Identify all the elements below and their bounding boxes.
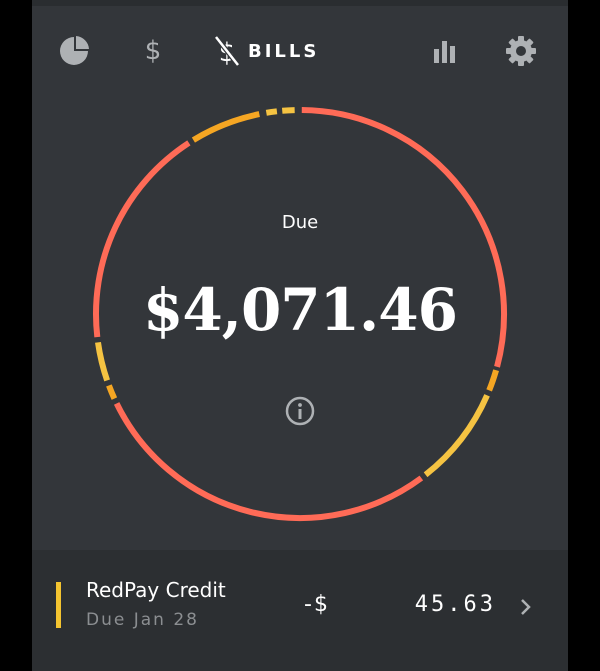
bill-due-date: Due Jan 28 — [86, 610, 199, 630]
nav-bills-label: BILLS — [248, 40, 320, 62]
ring-segment-yellow-left — [95, 341, 110, 382]
nav-stats[interactable] — [428, 34, 462, 68]
dollar-icon: $ — [144, 36, 162, 66]
ring-segment-yellow-top-1 — [265, 108, 278, 116]
bill-amount: 45.63 — [414, 592, 496, 617]
bill-row-redpay-credit[interactable]: RedPay Credit Due Jan 28 -$ 45.63 — [32, 568, 568, 638]
chevron-right-icon[interactable] — [516, 594, 536, 620]
bill-list: RedPay Credit Due Jan 28 -$ 45.63 — [32, 550, 568, 671]
due-amount: $4,071.46 — [143, 276, 458, 344]
bar-chart-icon — [434, 41, 455, 63]
dollar-crossed-icon: $ — [214, 35, 240, 68]
due-summary: Due $4,071.46 — [32, 90, 568, 530]
bills-screen: $ $ BILLS — [32, 0, 568, 671]
ring-segment-yellow-top-2 — [281, 107, 295, 114]
nav-overview[interactable] — [58, 34, 92, 68]
bill-name: RedPay Credit — [86, 578, 226, 602]
status-bar — [32, 0, 568, 6]
ring-segment-yellow-right — [423, 394, 490, 478]
bill-currency-sign: -$ — [304, 592, 330, 617]
info-icon[interactable] — [285, 396, 315, 426]
ring-segment-orange-left — [106, 384, 118, 400]
gear-icon — [506, 36, 536, 66]
due-label: Due — [281, 212, 319, 233]
bill-status-stripe — [56, 582, 61, 628]
ring-segment-red-bottom — [113, 402, 424, 521]
ring-segment-orange-top — [191, 111, 260, 143]
nav-income[interactable]: $ — [138, 34, 168, 68]
top-nav: $ $ BILLS — [32, 22, 568, 80]
pie-chart-icon — [60, 36, 89, 65]
nav-bills[interactable]: $ BILLS — [214, 34, 319, 68]
ring-segment-orange-right — [486, 369, 499, 392]
nav-settings[interactable] — [504, 34, 538, 68]
